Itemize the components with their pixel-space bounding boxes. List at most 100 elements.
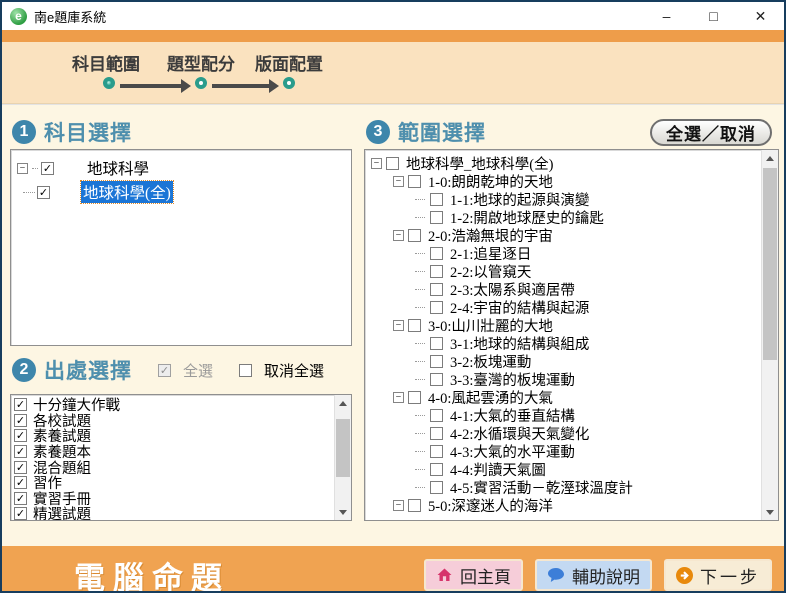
scope-tree-row[interactable]: 4-1:大氣的垂直結構 bbox=[369, 406, 758, 424]
scope-tree-row[interactable]: 4-5:實習活動－乾溼球溫度計 bbox=[369, 478, 758, 496]
collapse-icon[interactable]: − bbox=[17, 163, 28, 174]
scope-item-checkbox[interactable] bbox=[430, 409, 443, 422]
step-circle-3[interactable] bbox=[283, 77, 295, 89]
footer-brand: 電腦命題 bbox=[74, 553, 230, 593]
help-button[interactable]: 輔助說明 bbox=[535, 559, 652, 591]
window-controls: – □ ✕ bbox=[643, 2, 784, 30]
scope-tree-row[interactable]: 2-2:以管窺天 bbox=[369, 262, 758, 280]
scope-tree-row[interactable]: − 5-0:深邃迷人的海洋 bbox=[369, 496, 758, 514]
home-button[interactable]: 回主頁 bbox=[424, 559, 523, 591]
subject-child-label-selected[interactable]: 地球科學(全) bbox=[81, 181, 173, 203]
scope-tree-row[interactable]: 3-2:板塊運動 bbox=[369, 352, 758, 370]
deselect-all-control[interactable]: 取消全選 bbox=[239, 360, 324, 381]
scope-tree-row[interactable]: −地球科學_地球科學(全) bbox=[369, 154, 758, 172]
scope-item-checkbox[interactable] bbox=[430, 247, 443, 260]
next-arrow-icon bbox=[676, 567, 693, 584]
scroll-down-icon[interactable] bbox=[762, 504, 778, 520]
subject-tree-root-row[interactable]: − ✓ 地球科學 bbox=[13, 156, 349, 180]
scope-item-label[interactable]: 5-0:深邃迷人的海洋 bbox=[426, 495, 555, 516]
subject-root-label[interactable]: 地球科學 bbox=[85, 157, 151, 179]
scope-item-checkbox[interactable] bbox=[430, 427, 443, 440]
source-item-checkbox[interactable]: ✓ bbox=[14, 492, 27, 505]
scope-item-checkbox[interactable] bbox=[430, 355, 443, 368]
collapse-icon[interactable]: − bbox=[371, 158, 382, 169]
scope-item-checkbox[interactable] bbox=[430, 481, 443, 494]
home-icon bbox=[436, 567, 453, 583]
select-deselect-all-button[interactable]: 全選／取消 bbox=[650, 119, 772, 146]
scroll-up-icon[interactable] bbox=[762, 150, 778, 166]
tree-branch-line bbox=[415, 253, 425, 254]
source-item-checkbox[interactable]: ✓ bbox=[14, 429, 27, 442]
scope-tree-row[interactable]: 2-3:太陽系與適居帶 bbox=[369, 280, 758, 298]
footer-buttons: 回主頁 輔助說明 下一步 bbox=[424, 559, 772, 591]
scope-tree-row[interactable]: 4-4:判讀天氣圖 bbox=[369, 460, 758, 478]
scope-item-checkbox[interactable] bbox=[430, 301, 443, 314]
source-item-checkbox[interactable]: ✓ bbox=[14, 507, 27, 520]
scope-item-checkbox[interactable] bbox=[408, 391, 421, 404]
next-step-button[interactable]: 下一步 bbox=[664, 559, 772, 591]
scroll-down-icon[interactable] bbox=[335, 504, 351, 520]
subject-root-checkbox[interactable]: ✓ bbox=[41, 162, 54, 175]
scope-tree-row[interactable]: −2-0:浩瀚無垠的宇宙 bbox=[369, 226, 758, 244]
collapse-icon[interactable]: − bbox=[393, 392, 404, 403]
subject-child-checkbox[interactable]: ✓ bbox=[37, 186, 50, 199]
collapse-icon[interactable]: − bbox=[393, 230, 404, 241]
next-step-button-label: 下一步 bbox=[700, 563, 760, 588]
scope-tree-row[interactable]: 2-1:追星逐日 bbox=[369, 244, 758, 262]
source-item-label[interactable]: 精選試題 bbox=[33, 503, 91, 521]
scope-tree-row[interactable]: −3-0:山川壯麗的大地 bbox=[369, 316, 758, 334]
scope-tree-panel: −地球科學_地球科學(全)−1-0:朗朗乾坤的天地1-1:地球的起源與演變1-2… bbox=[364, 149, 779, 521]
wizard-stepper: 科目範圍 題型配分 版面配置 bbox=[2, 42, 784, 104]
step-circle-2[interactable] bbox=[195, 77, 207, 89]
scope-item-checkbox[interactable] bbox=[386, 157, 399, 170]
source-item-checkbox[interactable]: ✓ bbox=[14, 414, 27, 427]
source-item-checkbox[interactable]: ✓ bbox=[14, 476, 27, 489]
scope-item-checkbox[interactable] bbox=[408, 229, 421, 242]
scope-item-checkbox[interactable] bbox=[408, 499, 421, 512]
tree-branch-line bbox=[415, 451, 425, 452]
scroll-up-icon[interactable] bbox=[335, 395, 351, 411]
scope-item-checkbox[interactable] bbox=[430, 337, 443, 350]
scope-tree-row[interactable]: −1-0:朗朗乾坤的天地 bbox=[369, 172, 758, 190]
collapse-icon[interactable]: − bbox=[393, 500, 404, 511]
scope-item-checkbox[interactable] bbox=[408, 175, 421, 188]
select-all-control[interactable]: ✓ 全選 bbox=[158, 360, 213, 381]
scope-tree-row[interactable]: −4-0:風起雲湧的大氣 bbox=[369, 388, 758, 406]
minimize-button[interactable]: – bbox=[643, 2, 690, 30]
maximize-button[interactable]: □ bbox=[690, 2, 737, 30]
source-item-checkbox[interactable]: ✓ bbox=[14, 461, 27, 474]
collapse-icon[interactable]: − bbox=[393, 320, 404, 331]
scope-tree-row[interactable]: 3-3:臺灣的板塊運動 bbox=[369, 370, 758, 388]
tree-branch-line bbox=[415, 217, 425, 218]
collapse-icon[interactable]: − bbox=[393, 176, 404, 187]
source-item-checkbox[interactable]: ✓ bbox=[14, 445, 27, 458]
scope-tree-row[interactable]: 2-4:宇宙的結構與起源 bbox=[369, 298, 758, 316]
source-scrollbar[interactable] bbox=[334, 395, 351, 520]
scrollbar-thumb[interactable] bbox=[336, 419, 350, 477]
source-item-checkbox[interactable]: ✓ bbox=[14, 398, 27, 411]
scope-item-checkbox[interactable] bbox=[430, 193, 443, 206]
scope-tree-row[interactable]: 1-2:開啟地球歷史的鑰匙 bbox=[369, 208, 758, 226]
close-button[interactable]: ✕ bbox=[737, 2, 784, 30]
scope-tree-row[interactable]: 1-1:地球的起源與演變 bbox=[369, 190, 758, 208]
scope-item-checkbox[interactable] bbox=[430, 211, 443, 224]
subject-tree-child-row[interactable]: ✓ 地球科學(全) bbox=[13, 180, 349, 204]
select-all-checkbox[interactable]: ✓ bbox=[158, 364, 171, 377]
scrollbar-thumb[interactable] bbox=[763, 168, 777, 360]
scope-tree-row[interactable]: 4-3:大氣的水平運動 bbox=[369, 442, 758, 460]
scope-item-checkbox[interactable] bbox=[430, 265, 443, 278]
step-circle-1[interactable] bbox=[103, 77, 115, 89]
scope-scrollbar[interactable] bbox=[761, 150, 778, 520]
section-number-2: 2 bbox=[12, 358, 36, 382]
source-list-item[interactable]: ✓ 精選試題 bbox=[11, 506, 333, 521]
source-section-title: 出處選擇 bbox=[44, 355, 132, 385]
deselect-all-checkbox[interactable] bbox=[239, 364, 252, 377]
scope-item-checkbox[interactable] bbox=[430, 445, 443, 458]
scope-item-checkbox[interactable] bbox=[430, 463, 443, 476]
scope-tree-row[interactable]: 3-1:地球的結構與組成 bbox=[369, 334, 758, 352]
scope-item-checkbox[interactable] bbox=[430, 283, 443, 296]
scope-item-checkbox[interactable] bbox=[408, 319, 421, 332]
app-icon: e bbox=[10, 8, 27, 25]
scope-tree-row[interactable]: 4-2:水循環與天氣變化 bbox=[369, 424, 758, 442]
scope-item-checkbox[interactable] bbox=[430, 373, 443, 386]
